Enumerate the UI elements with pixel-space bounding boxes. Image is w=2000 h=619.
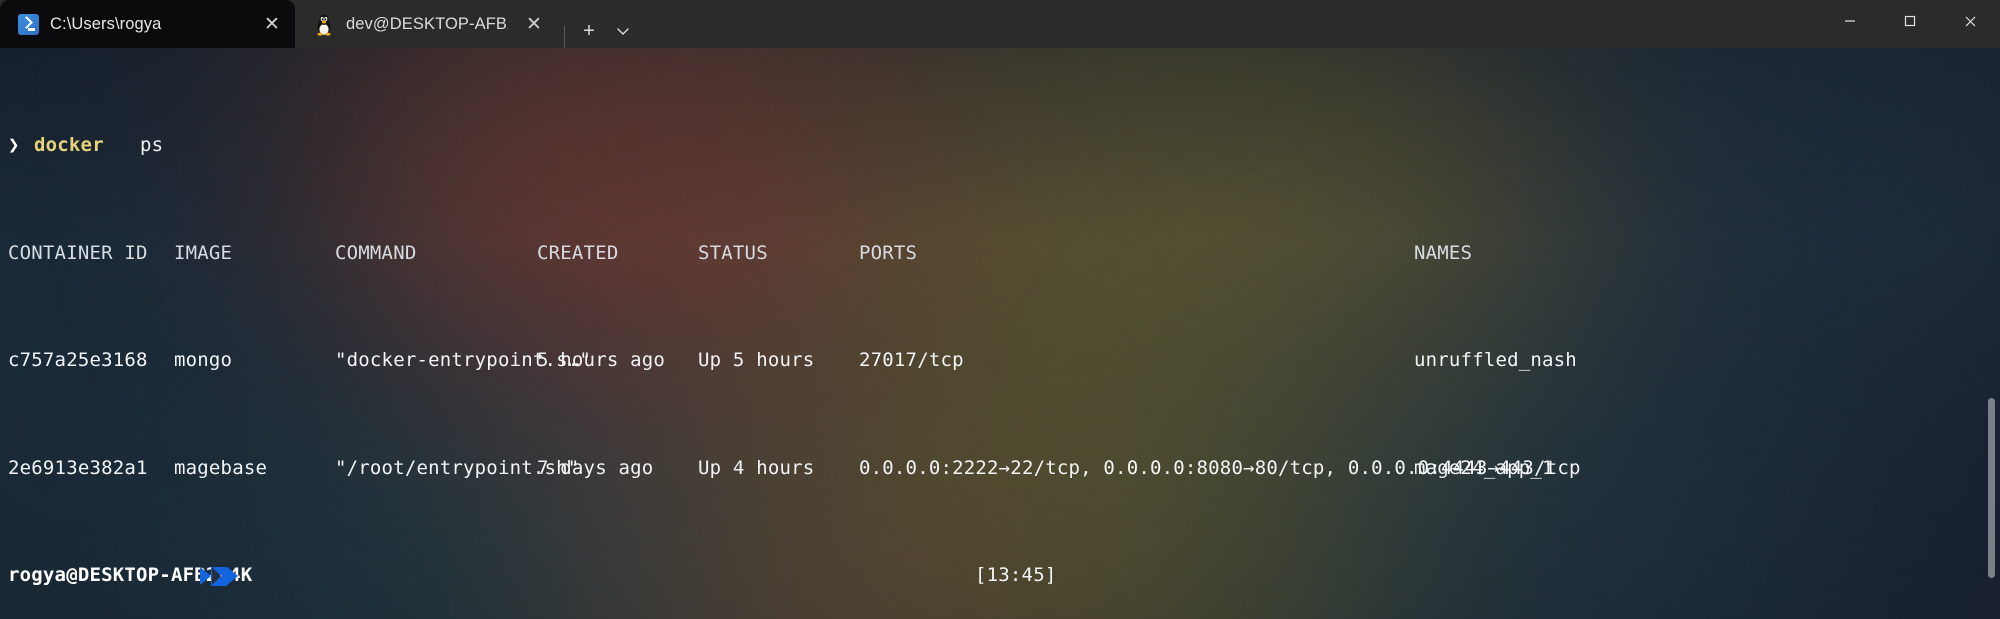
maximize-button[interactable]: [1880, 0, 1940, 42]
tab-powershell[interactable]: C:\Users\rogya ✕: [0, 0, 295, 48]
cell-image: magebase: [174, 456, 268, 479]
command-name: docker: [34, 134, 104, 156]
terminal-scrollbar[interactable]: [1987, 38, 1995, 619]
prompt-timestamp: [13:45]: [975, 564, 1057, 586]
cell-container-id: c757a25e3168: [8, 349, 148, 371]
docker-ps-row: 2e6913e382a1 magebase "/root/entrypoint.…: [8, 456, 2000, 480]
terminal-line-command: ❯ docker ps: [8, 134, 2000, 157]
tab-wsl-title: dev@DESKTOP-AFB2A4K: ~/prc: [346, 14, 508, 33]
cell-names: mage24_app_1: [1414, 456, 1554, 479]
header-image: IMAGE: [174, 241, 233, 264]
tab-powershell-title: C:\Users\rogya: [50, 14, 162, 33]
docker-ps-row: c757a25e3168 mongo "docker-entrypoint.s……: [8, 349, 2000, 372]
header-command: COMMAND: [335, 241, 417, 264]
header-container-id: CONTAINER ID: [8, 241, 148, 264]
header-created: CREATED: [537, 241, 619, 264]
cell-status: Up 4 hours: [698, 456, 815, 479]
tab-strip: C:\Users\rogya ✕ dev@DESKTOP-AFB ✕ +: [0, 0, 640, 48]
powerline-path-segment: ~: [200, 566, 239, 586]
powershell-icon: [18, 13, 39, 35]
cell-created: 7 days ago: [537, 456, 654, 479]
prompt-chevron-icon: ❯: [8, 134, 20, 156]
titlebar-drag-region: [640, 0, 1820, 48]
minimize-button[interactable]: [1820, 0, 1880, 42]
powerline-notch-icon: [212, 567, 221, 585]
cell-image: mongo: [174, 349, 233, 371]
title-bar: C:\Users\rogya ✕ dev@DESKTOP-AFB ✕ +: [0, 0, 2000, 48]
tab-powershell-close-icon[interactable]: ✕: [257, 9, 287, 39]
powerline-left-arrow-icon: [200, 567, 211, 585]
terminal-body[interactable]: ❯ docker ps CONTAINER ID IMAGE COMMAND C…: [0, 38, 2000, 619]
cell-created: 5 hours ago: [537, 349, 666, 371]
header-status: STATUS: [698, 241, 768, 264]
cell-container-id: 2e6913e382a1: [8, 456, 148, 479]
cell-status: Up 5 hours: [698, 349, 815, 371]
tab-wsl[interactable]: dev@DESKTOP-AFB2A4K: ~/prc ✕: [295, 0, 557, 48]
shell-prompt-line: rogya@DESKTOP-AFB2A4K ~ [13:45]: [8, 564, 2000, 587]
scrollbar-thumb[interactable]: [1988, 398, 1995, 578]
powerline-right-arrow-icon: [227, 567, 239, 585]
window-controls: [1820, 0, 2000, 48]
chevron-down-icon[interactable]: [606, 14, 640, 48]
tux-linux-icon: [313, 13, 335, 36]
cell-ports: 27017/tcp: [859, 349, 964, 371]
header-ports: PORTS: [859, 241, 918, 264]
header-names: NAMES: [1414, 241, 1473, 264]
close-button[interactable]: [1940, 0, 2000, 42]
tab-wsl-close-icon[interactable]: ✕: [519, 9, 549, 39]
cell-names: unruffled_nash: [1414, 349, 1577, 371]
docker-ps-header-row: CONTAINER ID IMAGE COMMAND CREATED STATU…: [8, 241, 2000, 265]
terminal-window: ❯ docker ps CONTAINER ID IMAGE COMMAND C…: [0, 0, 2000, 619]
tab-separator: [564, 26, 565, 48]
new-tab-button[interactable]: +: [572, 14, 606, 48]
terminal-screen[interactable]: ❯ docker ps CONTAINER ID IMAGE COMMAND C…: [0, 38, 2000, 619]
command-args: ps: [140, 134, 164, 156]
